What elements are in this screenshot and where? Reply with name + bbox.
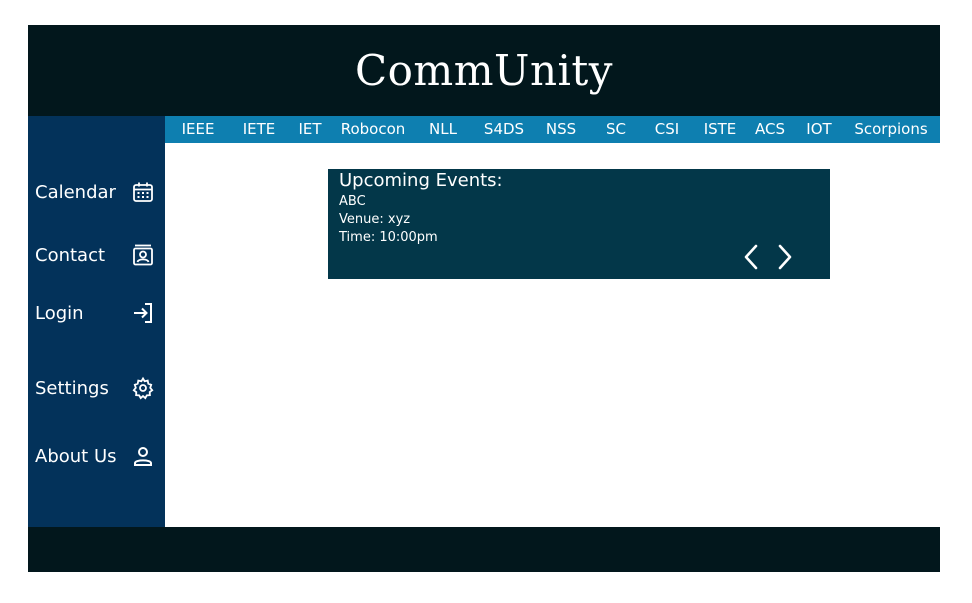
sidebar-item-calendar[interactable]: Calendar bbox=[28, 172, 165, 212]
event-venue: Venue: xyz bbox=[339, 212, 411, 227]
nav-item-iete[interactable]: IETE bbox=[243, 116, 276, 143]
sidebar-item-login[interactable]: Login bbox=[28, 293, 165, 333]
sidebar-item-label: Login bbox=[35, 302, 84, 324]
nav-item-s4ds[interactable]: S4DS bbox=[484, 116, 524, 143]
app-frame: CommUnity Calendar Contact Login Setting… bbox=[28, 25, 940, 572]
sidebar-item-about-us[interactable]: About Us bbox=[28, 436, 165, 476]
nav-item-scorpions[interactable]: Scorpions bbox=[854, 116, 927, 143]
sidebar-item-label: About Us bbox=[35, 445, 117, 467]
sidebar: Calendar Contact Login Settings About Us bbox=[28, 116, 165, 527]
nav-item-csi[interactable]: CSI bbox=[655, 116, 679, 143]
user-icon bbox=[131, 444, 155, 468]
event-name: ABC bbox=[339, 194, 366, 209]
nav-item-acs[interactable]: ACS bbox=[755, 116, 785, 143]
sidebar-item-contact[interactable]: Contact bbox=[28, 235, 165, 275]
chevron-left-icon bbox=[744, 244, 758, 270]
club-navbar: IEEE IETE IET Robocon NLL S4DS NSS SC CS… bbox=[165, 116, 940, 143]
gear-icon bbox=[131, 376, 155, 400]
nav-item-ieee[interactable]: IEEE bbox=[182, 116, 215, 143]
calendar-icon bbox=[131, 180, 155, 204]
app-title: CommUnity bbox=[354, 46, 614, 95]
nav-item-nss[interactable]: NSS bbox=[546, 116, 576, 143]
chevron-right-icon bbox=[778, 244, 792, 270]
upcoming-events-card: Upcoming Events: ABC Venue: xyz Time: 10… bbox=[328, 169, 830, 279]
nav-item-iet[interactable]: IET bbox=[298, 116, 321, 143]
sidebar-item-settings[interactable]: Settings bbox=[28, 368, 165, 408]
footer bbox=[28, 527, 940, 572]
previous-event-button[interactable] bbox=[740, 243, 762, 271]
event-time: Time: 10:00pm bbox=[339, 230, 438, 245]
nav-item-robocon[interactable]: Robocon bbox=[341, 116, 406, 143]
nav-item-nll[interactable]: NLL bbox=[429, 116, 457, 143]
sidebar-item-label: Calendar bbox=[35, 181, 116, 203]
login-icon bbox=[131, 301, 155, 325]
nav-item-iot[interactable]: IOT bbox=[806, 116, 831, 143]
events-title: Upcoming Events: bbox=[339, 170, 503, 191]
nav-item-sc[interactable]: SC bbox=[606, 116, 626, 143]
sidebar-item-label: Settings bbox=[35, 377, 109, 399]
nav-item-iste[interactable]: ISTE bbox=[704, 116, 737, 143]
contact-icon bbox=[131, 243, 155, 267]
sidebar-item-label: Contact bbox=[35, 244, 106, 266]
next-event-button[interactable] bbox=[774, 243, 796, 271]
header: CommUnity bbox=[28, 25, 940, 116]
